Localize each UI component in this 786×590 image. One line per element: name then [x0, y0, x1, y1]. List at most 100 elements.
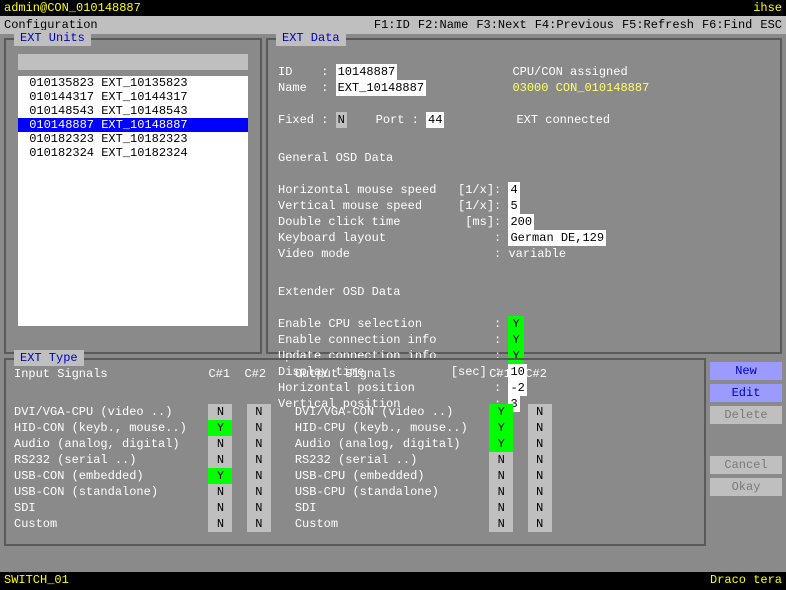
signal-c1[interactable]: Y [208, 420, 232, 436]
fkey-f3[interactable]: F3:Next [476, 18, 526, 32]
signal-c2[interactable]: N [247, 436, 271, 452]
name-label: Name : [278, 81, 336, 95]
signal-row: Audio (analog, digital) N N [14, 436, 271, 452]
panel-title-ext-type: EXT Type [14, 350, 84, 366]
signal-c1[interactable]: N [208, 436, 232, 452]
signal-c2[interactable]: N [247, 452, 271, 468]
vm-value: variable [508, 247, 566, 261]
signal-row: Audio (analog, digital) Y N [295, 436, 552, 452]
unit-list-item[interactable]: 010148887 EXT_10148887 [18, 118, 248, 132]
signal-c1[interactable]: Y [489, 436, 513, 452]
menubar: Configuration F1:ID F2:Name F3:Next F4:P… [0, 16, 786, 34]
signal-row: RS232 (serial ..) N N [14, 452, 271, 468]
signal-row: USB-CON (standalone) N N [14, 484, 271, 500]
signal-c2[interactable]: N [528, 500, 552, 516]
signal-row: DVI/VGA-CON (video ..) Y N [295, 404, 552, 420]
signal-c2[interactable]: N [528, 468, 552, 484]
signal-c1[interactable]: N [208, 452, 232, 468]
signal-row: USB-CPU (embedded) N N [295, 468, 552, 484]
panel-title-ext-units: EXT Units [14, 30, 91, 46]
signal-c2[interactable]: N [528, 516, 552, 532]
signal-row: RS232 (serial ..) N N [295, 452, 552, 468]
unit-search-input[interactable] [18, 54, 248, 70]
general-osd-heading: General OSD Data [278, 151, 393, 165]
signal-c1[interactable]: N [489, 500, 513, 516]
signal-c1[interactable]: N [208, 484, 232, 500]
hms-label: Horizontal mouse speed [1/x]: [278, 183, 508, 197]
ecs-field[interactable]: Y [508, 316, 523, 332]
fkey-f4[interactable]: F4:Previous [535, 18, 614, 32]
port-label: Port : [376, 113, 426, 127]
signal-c2[interactable]: N [528, 436, 552, 452]
signal-c1[interactable]: N [208, 516, 232, 532]
hms-field[interactable]: 4 [508, 182, 519, 198]
id-label: ID : [278, 65, 336, 79]
signal-row: HID-CPU (keyb., mouse..) Y N [295, 420, 552, 436]
signal-c1[interactable]: Y [489, 404, 513, 420]
signal-row: Custom N N [14, 516, 271, 532]
unit-list-item[interactable]: 010182323 EXT_10182323 [18, 132, 248, 146]
signal-c2[interactable]: N [247, 468, 271, 484]
signal-row: SDI N N [295, 500, 552, 516]
eci-field[interactable]: Y [508, 332, 523, 348]
fkey-f6[interactable]: F6:Find [702, 18, 752, 32]
unit-list-item[interactable]: 010182324 EXT_10182324 [18, 146, 248, 160]
panel-ext-data: EXT Data ID : 10148887 CPU/CON assigned … [266, 38, 782, 354]
fkey-f2[interactable]: F2:Name [418, 18, 468, 32]
okay-button[interactable]: Okay [710, 478, 782, 496]
signal-c2[interactable]: N [528, 420, 552, 436]
assigned-value: 03000 CON_010148887 [512, 81, 649, 95]
vm-label: Video mode : [278, 247, 508, 261]
fkey-f5[interactable]: F5:Refresh [622, 18, 694, 32]
signal-row: SDI N N [14, 500, 271, 516]
signal-c2[interactable]: N [528, 452, 552, 468]
dct-field[interactable]: 200 [508, 214, 534, 230]
signal-c1[interactable]: N [489, 468, 513, 484]
signal-c2[interactable]: N [528, 404, 552, 420]
panel-ext-units: EXT Units 010135823 EXT_10135823 0101443… [4, 38, 262, 354]
fkey-esc[interactable]: ESC [760, 18, 782, 32]
signal-c1[interactable]: Y [489, 420, 513, 436]
signal-c2[interactable]: N [247, 516, 271, 532]
signal-c2[interactable]: N [247, 500, 271, 516]
signal-c1[interactable]: N [489, 516, 513, 532]
signal-c1[interactable]: N [489, 452, 513, 468]
vms-label: Vertical mouse speed [1/x]: [278, 199, 508, 213]
signal-c1[interactable]: N [489, 484, 513, 500]
signal-c1[interactable]: N [208, 404, 232, 420]
dct-label: Double click time [ms]: [278, 215, 508, 229]
signal-row: USB-CPU (standalone) N N [295, 484, 552, 500]
signal-c2[interactable]: N [247, 404, 271, 420]
name-field[interactable]: EXT_10148887 [336, 80, 426, 96]
signal-c2[interactable]: N [247, 484, 271, 500]
connected-label: EXT connected [516, 113, 610, 127]
cancel-button[interactable]: Cancel [710, 456, 782, 474]
unit-list-item[interactable]: 010144317 EXT_10144317 [18, 90, 248, 104]
signal-c2[interactable]: N [528, 484, 552, 500]
input-signals-heading: Input Signals C#1 C#2 [14, 366, 271, 382]
switch-label: SWITCH_01 [4, 573, 69, 587]
fkey-f1[interactable]: F1:ID [374, 18, 410, 32]
port-field[interactable]: 44 [426, 112, 444, 128]
unit-list-item[interactable]: 010135823 EXT_10135823 [18, 76, 248, 90]
kbl-field[interactable]: German DE,129 [508, 230, 606, 246]
fixed-label: Fixed : [278, 113, 336, 127]
signal-row: HID-CON (keyb., mouse..) Y N [14, 420, 271, 436]
eci-label: Enable connection info : [278, 333, 508, 347]
output-signals-heading: Output Signals C#1 C#2 [295, 366, 552, 382]
product-label: Draco tera [710, 573, 782, 587]
fixed-field[interactable]: N [336, 112, 347, 128]
unit-list[interactable]: 010135823 EXT_10135823 010144317 EXT_101… [18, 76, 248, 326]
signal-c2[interactable]: N [247, 420, 271, 436]
signal-c1[interactable]: Y [208, 468, 232, 484]
signal-row: USB-CON (embedded) Y N [14, 468, 271, 484]
signal-c1[interactable]: N [208, 500, 232, 516]
panel-title-ext-data: EXT Data [276, 30, 346, 46]
extender-osd-heading: Extender OSD Data [278, 285, 400, 299]
vms-field[interactable]: 5 [508, 198, 519, 214]
signal-row: DVI/VGA-CPU (video ..) N N [14, 404, 271, 420]
id-field[interactable]: 10148887 [336, 64, 398, 80]
unit-list-item[interactable]: 010148543 EXT_10148543 [18, 104, 248, 118]
kbl-label: Keyboard layout : [278, 231, 508, 245]
brand-label: ihse [753, 1, 782, 15]
